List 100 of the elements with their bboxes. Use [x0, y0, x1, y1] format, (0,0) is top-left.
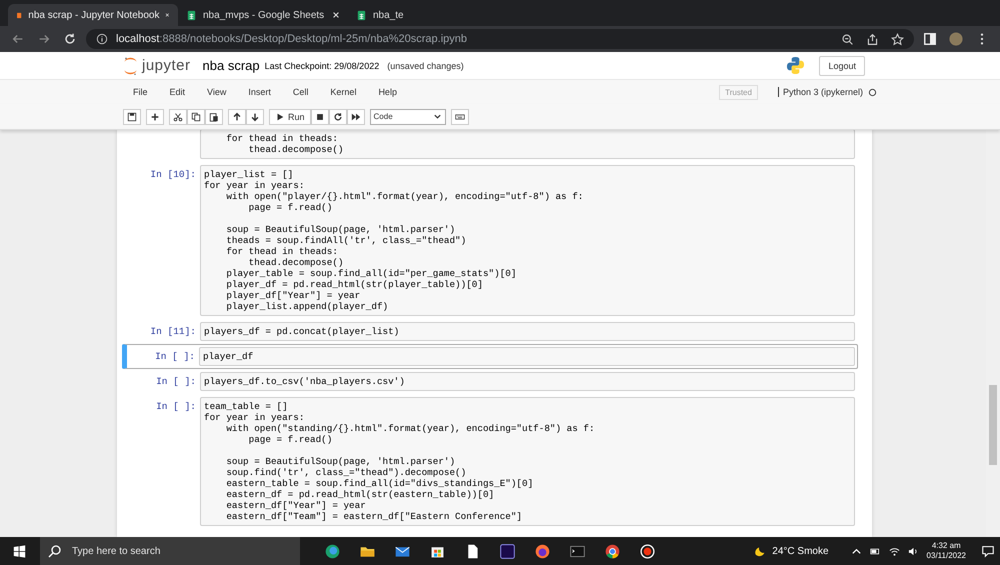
notebook-cell[interactable]: In [ ]: player_df [122, 344, 858, 369]
windows-start-icon[interactable] [13, 544, 26, 558]
speaker-icon[interactable] [908, 546, 919, 556]
cut-button[interactable] [169, 108, 187, 124]
forward-icon[interactable] [37, 32, 51, 46]
notifications-icon[interactable] [981, 544, 995, 558]
edge-browser-icon[interactable] [324, 542, 341, 560]
zoom-icon[interactable] [841, 32, 854, 46]
paste-button[interactable] [205, 108, 223, 124]
code-editor[interactable]: players_df = pd.concat(player_list) [200, 322, 855, 341]
browser-tab[interactable]: nba scrap - Jupyter Notebook [8, 4, 178, 26]
code-editor[interactable]: players_df.to_csv('nba_players.csv') [200, 372, 855, 391]
notebook-cell[interactable]: In [11]: players_df = pd.concat(player_list) [122, 319, 858, 344]
code-line: players_df.to_csv('nba_players.csv') [204, 376, 405, 387]
menu-item[interactable]: File [123, 87, 159, 97]
code-line: soup = BeautifulSoup(page, 'html.parser') [225, 456, 456, 467]
firefox-icon[interactable] [534, 542, 551, 560]
menu-item[interactable]: Cell [282, 87, 320, 97]
browser-tab[interactable]: nba_te [348, 4, 518, 26]
keyboard-icon [454, 112, 465, 122]
checkpoint-text: Last Checkpoint: 29/08/2022 [264, 60, 380, 70]
reload-icon[interactable] [63, 32, 77, 46]
restart-button[interactable] [328, 108, 347, 124]
back-icon[interactable] [11, 32, 25, 46]
code-line: for year in years: [204, 180, 304, 191]
cell-prompt: In [10]: [150, 169, 196, 180]
share-icon[interactable] [866, 32, 879, 46]
spreadsheet-icon [186, 10, 197, 20]
weather-text[interactable]: 24°C Smoke [772, 546, 829, 556]
code-line: with open("player/{}.html".format(year), encoding="utf-8") as f: [225, 191, 584, 202]
video-editor-icon[interactable] [499, 542, 516, 560]
move-up-button[interactable] [228, 108, 246, 124]
cell-type-dropdown[interactable]: Code [370, 108, 446, 124]
code-line: soup.find('tr', class_="thead").decompose() [225, 467, 466, 478]
notebook-title[interactable]: nba scrap [202, 58, 260, 73]
fast-forward-button[interactable] [346, 108, 365, 124]
info-icon [96, 33, 108, 45]
code-line: for thead in theads: [225, 246, 338, 257]
cell-prompt: In [11]: [150, 326, 196, 337]
code-editor[interactable]: for thead in theads: thead.decompose() [200, 130, 855, 159]
run-button[interactable]: Run [269, 108, 311, 124]
chrome-icon[interactable] [604, 542, 621, 560]
code-line: players_df = pd.concat(player_list) [204, 326, 400, 337]
keyboard-button[interactable] [450, 108, 469, 124]
save-status: (unsaved changes) [387, 60, 464, 70]
clock-date[interactable]: 03/11/2022 [926, 551, 966, 561]
add-cell-button[interactable] [146, 108, 164, 124]
avatar-icon[interactable] [949, 32, 963, 46]
code-line: for year in years: [204, 412, 304, 423]
stop-button[interactable] [310, 108, 329, 124]
code-line: player_list = [] [204, 169, 294, 180]
search-icon [48, 544, 62, 558]
side-panel-icon[interactable] [923, 32, 937, 46]
logo-text[interactable]: jupyter [142, 57, 191, 74]
logout-button[interactable]: Logout [819, 56, 865, 76]
save-button[interactable] [123, 108, 141, 124]
star-icon[interactable] [891, 32, 904, 46]
code-line: theads = soup.findAll('tr', class_="thead") [225, 235, 466, 246]
python-logo-icon [786, 56, 806, 75]
close-icon[interactable] [332, 11, 340, 19]
code-line: eastern_table = soup.find_all(id="divs_standings_E")[0] [225, 478, 534, 489]
code-line: player_list.append(player_df) [225, 301, 388, 312]
scroll-thumb[interactable] [989, 385, 997, 465]
code-line: for thead in theads: [225, 133, 338, 144]
plus-icon [150, 112, 160, 122]
menu-item[interactable]: Help [367, 87, 408, 97]
code-line: page = f.read() [248, 434, 332, 445]
taskbar-search-field[interactable]: Type here to search [40, 537, 300, 565]
save-icon [127, 112, 137, 122]
kernel-idle-icon [868, 88, 877, 96]
cell-prompt: In [ ]: [156, 401, 196, 412]
scissors-icon [173, 112, 183, 122]
clipboard-icon [209, 112, 219, 122]
copy-icon [191, 112, 201, 122]
menu-item[interactable]: Insert [237, 87, 282, 97]
copy-button[interactable] [187, 108, 205, 124]
arrow-up-icon [232, 112, 242, 122]
notebook-cell[interactable]: for thead in theads: thead.decompose() [122, 130, 858, 162]
stop-icon [314, 112, 325, 122]
code-line: player_table = soup.find_all(id="per_game_stats")[0] [225, 268, 516, 279]
wifi-icon[interactable] [888, 546, 900, 556]
code-line: eastern_df["Year"] = year [225, 500, 366, 511]
browser-tab[interactable]: nba_mvps - Google Sheets [178, 4, 348, 26]
cell-prompt: In [ ]: [156, 376, 196, 387]
menu-item[interactable]: Kernel [319, 87, 368, 97]
menu-item[interactable]: View [196, 87, 238, 97]
menu-item[interactable]: Edit [158, 87, 196, 97]
notebook-cell[interactable]: In [ ]: players_df.to_csv('nba_players.csv') [122, 369, 858, 394]
spreadsheet-icon [356, 10, 367, 20]
address-field[interactable]: localhost:8888/notebooks/Desktop/Desktop/ml-25m/nba%20scrap.ipynb [86, 29, 914, 49]
kernel-name[interactable]: Python 3 (ipykernel) [778, 87, 863, 97]
code-editor[interactable]: player_df [199, 347, 855, 366]
code-line: thead.decompose() [248, 144, 344, 155]
play-icon [275, 112, 285, 122]
logo-icon [123, 56, 138, 76]
move-down-button[interactable] [246, 108, 264, 124]
close-icon[interactable] [165, 11, 170, 19]
clock-time[interactable]: 4:32 am [932, 541, 961, 551]
record-icon[interactable] [639, 542, 656, 560]
code-line: player_df["Year"] = year [225, 290, 360, 301]
